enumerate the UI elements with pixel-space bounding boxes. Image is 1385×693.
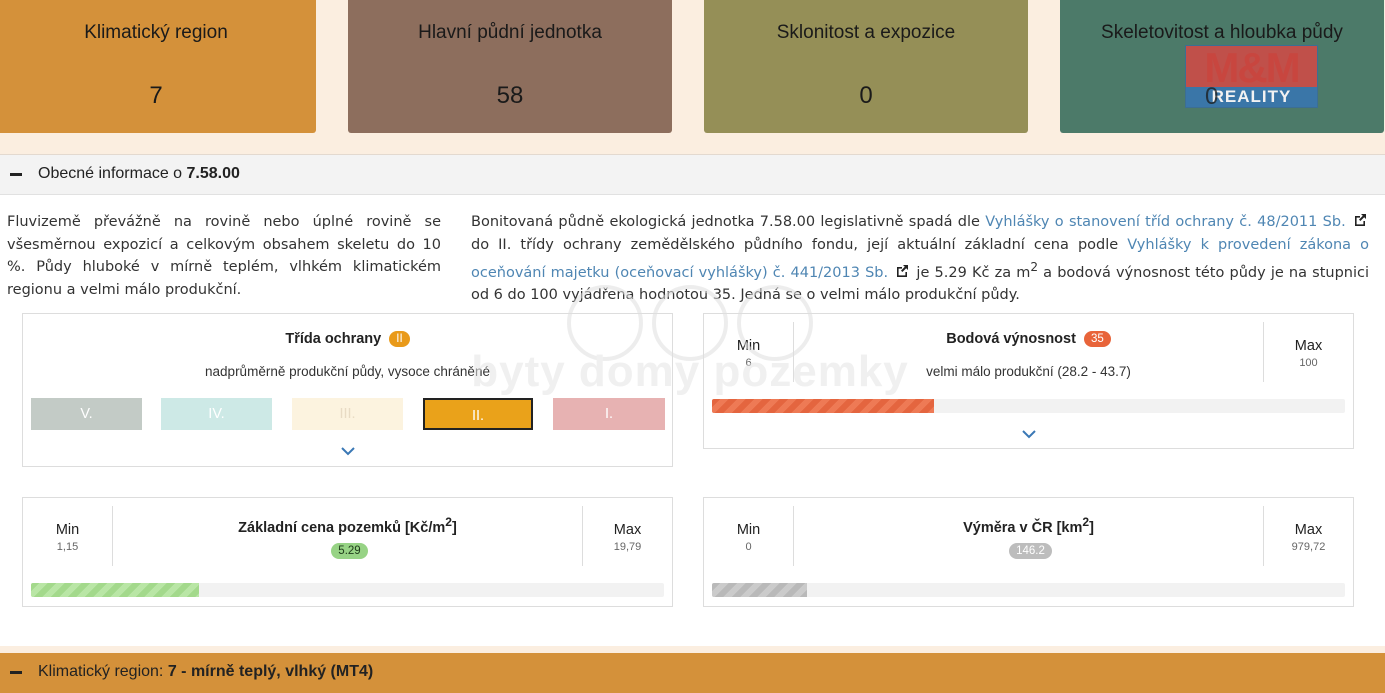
area-badge: 146.2: [1009, 543, 1052, 559]
general-info-panel: Obecné informace o 7.58.00 Fluvizemě pře…: [0, 154, 1385, 646]
price-title: Základní cena pozemků [Kč/m2]: [23, 515, 672, 536]
tile-value: 0: [859, 82, 873, 109]
area-badge-row: 146.2: [704, 543, 1353, 559]
yield-bar: [712, 399, 1345, 413]
text-part: je 5.29 Kč za m: [911, 264, 1031, 281]
tile-title: Skeletovitost a hloubka půdy: [1101, 22, 1343, 43]
external-link-icon[interactable]: [895, 264, 909, 278]
protection-class-card: Třída ochrany II nadprůměrně produkční p…: [22, 313, 673, 467]
tile-climate-region[interactable]: Klimatický region 7: [0, 0, 316, 133]
chevron-down-icon[interactable]: [1021, 430, 1036, 439]
tile-slope-exposure[interactable]: Sklonitost a expozice 0: [704, 0, 1028, 133]
tile-title: Klimatický region: [84, 22, 228, 43]
tile-title: Sklonitost a expozice: [776, 22, 956, 43]
protection-class-title: Třída ochrany II: [23, 331, 672, 347]
climate-region-header[interactable]: Klimatický region: 7 - mírně teplý, vlhk…: [0, 653, 1385, 693]
tile-main-soil-unit[interactable]: Hlavní půdní jednotka 58: [348, 0, 672, 133]
class-option-iii[interactable]: III.: [292, 398, 403, 430]
header-prefix: Klimatický region:: [38, 663, 168, 680]
collapse-icon[interactable]: [10, 173, 22, 176]
text-part: do II. třídy ochrany zemědělského půdníh…: [471, 236, 1128, 253]
yield-bar-fill: [712, 399, 934, 413]
header-prefix: Obecné informace o: [38, 165, 187, 182]
price-badge-row: 5.29: [23, 543, 672, 559]
link-decree-48-2011[interactable]: Vyhlášky o stanovení tříd ochrany č. 48/…: [985, 214, 1345, 230]
superscript: 2: [445, 515, 452, 529]
tile-value: 7: [149, 82, 163, 109]
price-bar-fill: [31, 583, 199, 597]
area-card: Min 0 Max 979,72 Výměra v ČR [km2] 146.2: [703, 497, 1354, 607]
external-link-icon[interactable]: [1353, 213, 1367, 227]
yield-badge: 35: [1083, 331, 1111, 347]
yield-subtitle: velmi málo produkční (28.2 - 43.7): [926, 364, 1131, 379]
general-info-header[interactable]: Obecné informace o 7.58.00: [0, 155, 1385, 195]
class-option-i[interactable]: I.: [553, 398, 665, 430]
soil-description: Fluvizemě převážně na rovině nebo úplné …: [7, 214, 441, 298]
price-badge: 5.29: [331, 543, 368, 559]
superscript: 2: [1030, 260, 1039, 274]
class-option-iv[interactable]: IV.: [161, 398, 272, 430]
card-title: Základní cena pozemků [Kč/m: [238, 519, 446, 536]
area-bar: [712, 583, 1345, 597]
card-title: Třída ochrany: [285, 331, 382, 347]
protection-class-subtitle: nadprůměrně produkční půdy, vysoce chrán…: [205, 364, 490, 379]
collapse-icon[interactable]: [10, 671, 22, 674]
class-option-v[interactable]: V.: [31, 398, 142, 430]
protection-class-scale: V. IV. III. II. I.: [31, 398, 665, 430]
summary-tiles: Klimatický region 7 Hlavní půdní jednotk…: [0, 0, 1385, 133]
yield-title: Bodová výnosnost 35: [704, 331, 1353, 347]
protection-class-badge: II: [389, 331, 410, 347]
tile-value: 0: [1205, 83, 1219, 110]
tile-title: Hlavní půdní jednotka: [418, 22, 602, 43]
tile-value: 58: [496, 82, 524, 109]
card-title: Bodová výnosnost: [946, 331, 1076, 347]
price-bar: [31, 583, 664, 597]
card-title: Výměra v ČR [km: [963, 519, 1083, 536]
class-option-ii-selected[interactable]: II.: [423, 398, 533, 430]
area-bar-fill: [712, 583, 807, 597]
area-title: Výměra v ČR [km2]: [704, 515, 1353, 536]
card-title-end: ]: [451, 519, 457, 536]
yield-score-card: Min 6 Max 100 Bodová výnosnost 35 velmi …: [703, 313, 1354, 449]
header-code: 7.58.00: [186, 165, 240, 182]
header-value: 7 - mírně teplý, vlhký (MT4): [167, 663, 374, 680]
text-part: Bonitovaná půdně ekologická jednotka 7.5…: [471, 214, 986, 230]
base-price-card: Min 1,15 Max 19,79 Základní cena pozemků…: [22, 497, 673, 607]
chevron-down-icon[interactable]: [340, 447, 355, 456]
legislation-description: Bonitovaná půdně ekologická jednotka 7.5…: [471, 211, 1369, 307]
card-title-end: ]: [1089, 519, 1094, 536]
